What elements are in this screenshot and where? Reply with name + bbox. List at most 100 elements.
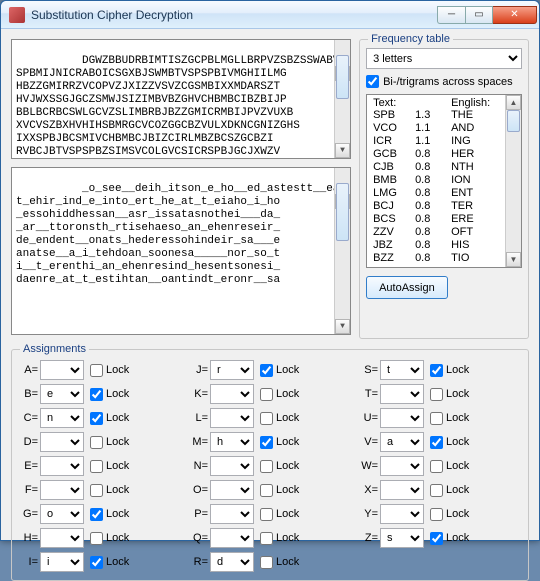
assign-key-label: J= [190, 364, 208, 376]
assign-value-select[interactable] [40, 480, 84, 500]
assign-value-select[interactable] [40, 360, 84, 380]
freq-row[interactable]: VCO1.1AND [373, 122, 517, 135]
freq-row[interactable]: GCB0.8HER [373, 148, 517, 161]
assign-key-label: I= [20, 556, 38, 568]
freq-row[interactable]: SPB1.3THE [373, 109, 517, 122]
plaintext-area[interactable]: _o_see__deih_itson_e_ho__ed_astestt__ean… [11, 167, 351, 335]
assign-value-select[interactable] [380, 456, 424, 476]
lock-checkbox[interactable] [430, 508, 443, 521]
scroll-thumb[interactable] [336, 55, 349, 99]
lock-checkbox[interactable] [260, 556, 273, 569]
freq-row[interactable]: JBZ0.8HIS [373, 239, 517, 252]
assign-value-select[interactable] [210, 480, 254, 500]
lock-checkbox[interactable] [430, 412, 443, 425]
lock-checkbox[interactable] [90, 460, 103, 473]
frequency-group: Frequency table 3 letters Bi-/trigrams a… [359, 39, 529, 339]
freq-row[interactable]: BMB0.8ION [373, 174, 517, 187]
assign-value-select[interactable] [40, 456, 84, 476]
lock-checkbox[interactable] [90, 436, 103, 449]
assign-value-select[interactable] [380, 408, 424, 428]
ciphertext-scrollbar[interactable]: ▲ ▼ [334, 40, 350, 158]
freq-row[interactable]: LMG0.8ENT [373, 187, 517, 200]
assign-value-select[interactable] [380, 384, 424, 404]
lock-checkbox[interactable] [90, 388, 103, 401]
assign-value-select[interactable]: n [40, 408, 84, 428]
assign-value-select[interactable]: o [40, 504, 84, 524]
freq-row[interactable]: BCS0.8ERE [373, 213, 517, 226]
maximize-button[interactable]: ▭ [465, 6, 493, 24]
assign-value-select[interactable] [210, 528, 254, 548]
lock-checkbox[interactable] [430, 388, 443, 401]
assignment-g: G=oLock [20, 504, 180, 524]
bitrigram-checkbox[interactable] [366, 75, 379, 88]
assign-value-select[interactable]: s [380, 528, 424, 548]
assign-value-select[interactable]: r [210, 360, 254, 380]
lock-checkbox[interactable] [90, 484, 103, 497]
close-button[interactable]: ✕ [493, 6, 537, 24]
lock-checkbox[interactable] [260, 460, 273, 473]
lock-checkbox[interactable] [260, 412, 273, 425]
autoassign-button[interactable]: AutoAssign [366, 276, 448, 299]
lock-checkbox[interactable] [90, 508, 103, 521]
freq-row[interactable]: BCJ0.8TER [373, 200, 517, 213]
titlebar[interactable]: Substitution Cipher Decryption ─ ▭ ✕ [1, 1, 539, 29]
scroll-down-icon[interactable]: ▼ [335, 319, 350, 334]
assign-value-select[interactable] [210, 456, 254, 476]
freq-cell-text: JBZ [373, 239, 415, 252]
assign-key-label: R= [190, 556, 208, 568]
lock-checkbox[interactable] [90, 412, 103, 425]
assign-value-select[interactable] [380, 504, 424, 524]
scroll-thumb[interactable] [336, 183, 349, 241]
lock-checkbox[interactable] [260, 484, 273, 497]
plaintext-scrollbar[interactable]: ▲ ▼ [334, 168, 350, 334]
lock-checkbox[interactable] [430, 460, 443, 473]
assign-value-select[interactable] [40, 432, 84, 452]
lock-checkbox[interactable] [260, 364, 273, 377]
lock-checkbox[interactable] [90, 532, 103, 545]
freq-scrollbar[interactable]: ▲ ▼ [505, 95, 521, 267]
bitrigram-label[interactable]: Bi-/trigrams across spaces [383, 76, 513, 88]
scroll-down-icon[interactable]: ▼ [506, 252, 521, 267]
freq-row[interactable]: ICR1.1ING [373, 135, 517, 148]
assign-value-select[interactable] [210, 408, 254, 428]
assign-key-label: G= [20, 508, 38, 520]
freq-row[interactable]: CJB0.8NTH [373, 161, 517, 174]
scroll-up-icon[interactable]: ▲ [506, 95, 521, 110]
assign-value-select[interactable]: a [380, 432, 424, 452]
lock-checkbox[interactable] [430, 532, 443, 545]
lock-checkbox[interactable] [260, 388, 273, 401]
lock-checkbox[interactable] [260, 532, 273, 545]
assign-key-label: M= [190, 436, 208, 448]
freq-cell-rate: 0.8 [415, 200, 451, 213]
lock-checkbox[interactable] [430, 436, 443, 449]
freq-row[interactable]: ZZV0.8OFT [373, 226, 517, 239]
freq-row[interactable]: BZZ0.8TIO [373, 252, 517, 265]
assign-value-select[interactable]: d [210, 552, 254, 572]
assignment-m: M=hLock [190, 432, 350, 452]
lock-checkbox[interactable] [90, 364, 103, 377]
ciphertext-area[interactable]: DGWZBBUDRBIMTISZGCPBLMGLLBRPVZSBZSSWABVC… [11, 39, 351, 159]
lock-checkbox[interactable] [430, 484, 443, 497]
scroll-thumb[interactable] [507, 110, 520, 132]
assign-value-select[interactable]: e [40, 384, 84, 404]
assign-value-select[interactable] [210, 504, 254, 524]
assignment-q: Q=Lock [190, 528, 350, 548]
assign-value-select[interactable] [380, 480, 424, 500]
assign-value-select[interactable]: h [210, 432, 254, 452]
assign-value-select[interactable] [40, 528, 84, 548]
assign-key-label: P= [190, 508, 208, 520]
assign-value-select[interactable]: t [380, 360, 424, 380]
lock-checkbox[interactable] [90, 556, 103, 569]
freq-cell-text: BCJ [373, 200, 415, 213]
lock-checkbox[interactable] [260, 436, 273, 449]
lock-checkbox[interactable] [430, 364, 443, 377]
minimize-button[interactable]: ─ [437, 6, 465, 24]
scroll-down-icon[interactable]: ▼ [335, 143, 350, 158]
ngram-select[interactable]: 3 letters [366, 48, 522, 69]
assign-value-select[interactable]: i [40, 552, 84, 572]
lock-label: Lock [276, 484, 299, 496]
freq-cell-rate: 0.8 [415, 187, 451, 200]
lock-checkbox[interactable] [260, 508, 273, 521]
frequency-list[interactable]: Text: English: SPB1.3THEVCO1.1ANDICR1.1I… [366, 94, 522, 268]
assign-value-select[interactable] [210, 384, 254, 404]
